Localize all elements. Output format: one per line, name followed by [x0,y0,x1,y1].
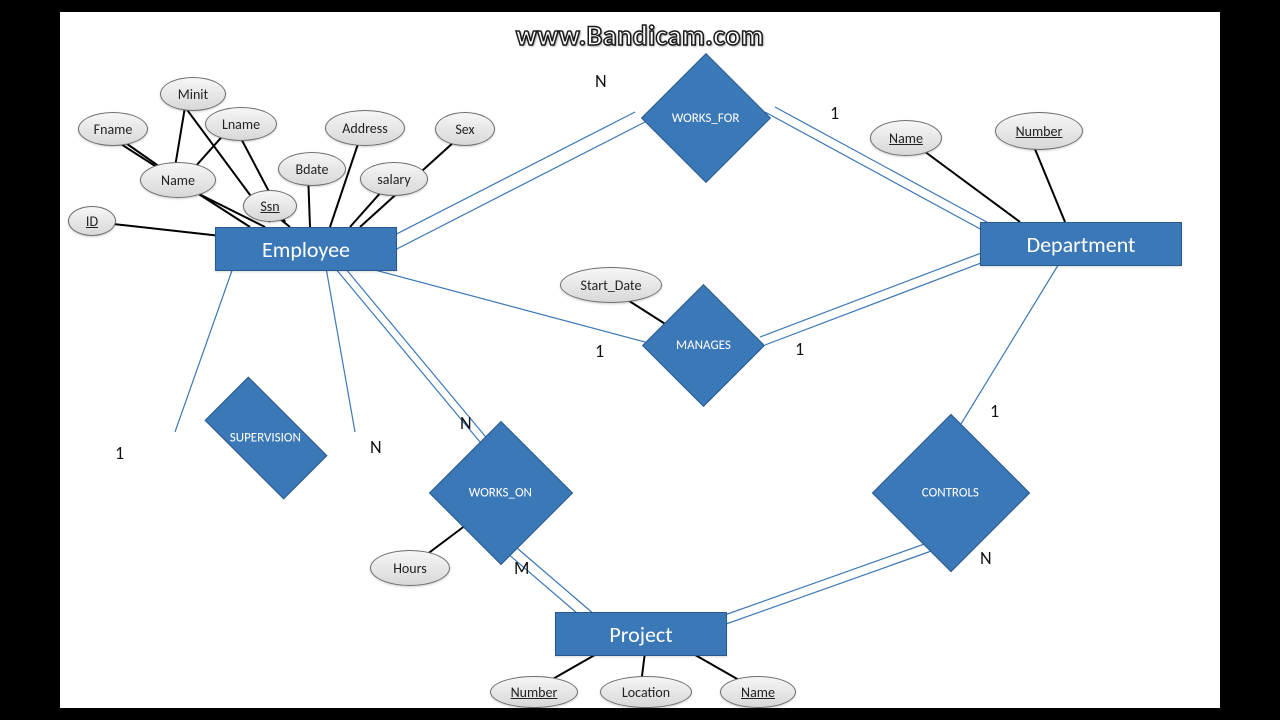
entity-label: Department [1027,231,1136,258]
attr-employee-fname: Fname [78,112,148,146]
card-works-for-1: 1 [830,102,839,124]
attr-department-name: Name [870,120,942,156]
card-controls-1: 1 [990,400,999,422]
entity-project[interactable]: Project [555,612,727,656]
entity-label: Project [609,621,672,648]
attr-project-name: Name [720,676,796,708]
attr-employee-bdate: Bdate [278,152,346,186]
attr-employee-ssn: Ssn [243,190,297,222]
attr-works-on-hours: Hours [370,550,450,586]
attr-manages-start-date: Start_Date [560,267,662,303]
relationship-label: SUPERVISION [230,430,301,445]
attr-department-number: Number [995,112,1083,150]
relationship-label: WORKS_ON [469,486,532,501]
attr-project-number: Number [490,676,578,708]
relationship-label: MANAGES [676,338,731,353]
entity-department[interactable]: Department [980,222,1182,266]
card-supervision-1: 1 [115,442,124,464]
attr-employee-sex: Sex [435,112,495,146]
attr-employee-id: ID [68,206,116,236]
card-works-on-n: N [460,412,472,434]
relationship-label: WORKS_FOR [672,111,740,126]
attr-employee-address: Address [325,110,405,146]
attr-employee-name: Name [140,162,216,198]
attr-employee-lname: Lname [205,107,277,141]
relationship-label: CONTROLS [922,485,979,500]
attr-project-location: Location [600,676,692,708]
card-supervision-n: N [370,436,382,458]
entity-employee[interactable]: Employee [215,227,397,271]
card-manages-right-1: 1 [795,338,804,360]
card-controls-n: N [980,547,992,569]
card-manages-left-1: 1 [595,340,604,362]
entity-label: Employee [262,236,350,263]
card-works-on-m: M [514,557,529,579]
attr-employee-minit: Minit [160,77,226,111]
card-works-for-n: N [595,70,607,92]
diagram-canvas: Employee Department Project WORKS_FOR MA… [60,12,1220,708]
attr-employee-salary: salary [360,162,428,196]
